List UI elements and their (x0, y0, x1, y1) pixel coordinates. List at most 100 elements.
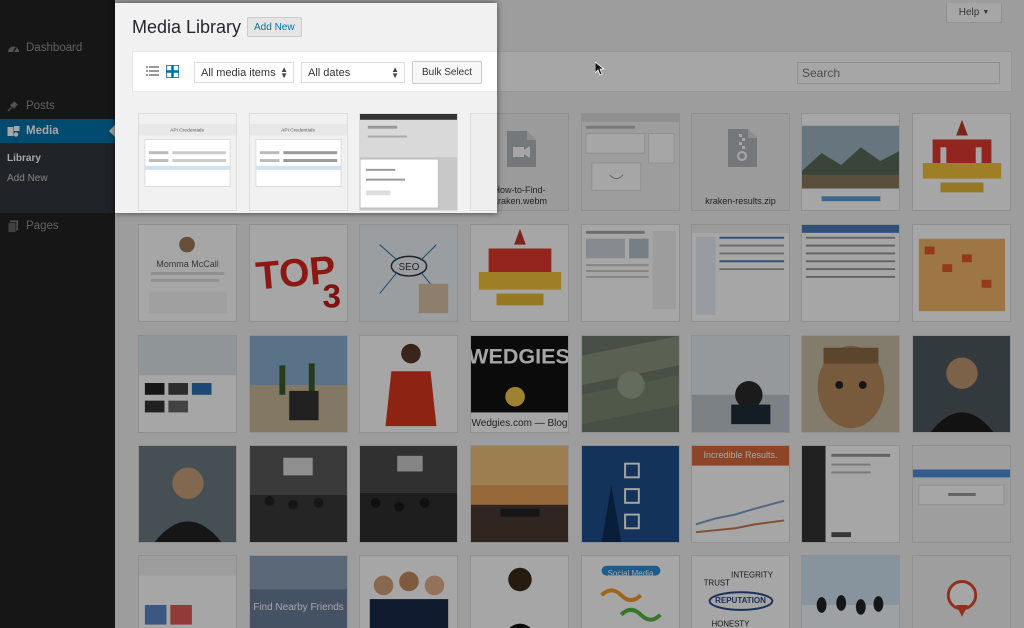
spotlight-panel: Media Library Add New All media items ▲ ▼… (115, 3, 497, 213)
media-item[interactable] (801, 224, 900, 322)
media-item[interactable] (359, 113, 458, 211)
wordcamp-logo (913, 114, 1010, 210)
media-item[interactable] (470, 445, 569, 543)
penguins-photo (802, 556, 899, 628)
media-item[interactable]: Social Media (581, 555, 680, 628)
media-item-label: kraken-results.zip (705, 196, 776, 206)
media-item[interactable] (359, 335, 458, 433)
profile-card-image (139, 225, 236, 321)
media-item[interactable] (470, 224, 569, 322)
svg-text:3: 3 (323, 278, 342, 315)
menu-item-media[interactable]: Media (0, 119, 115, 143)
map-screenshot (139, 336, 236, 432)
chart-grid-thumbnail (913, 225, 1010, 321)
media-item-label: Wedgies.com — Blog (471, 418, 568, 429)
media-item[interactable]: Momma McCall (138, 224, 237, 322)
media-item[interactable] (801, 113, 900, 211)
submenu-item-add-new[interactable]: Add New (7, 173, 48, 184)
media-icon (6, 124, 20, 138)
menu-item-dashboard[interactable]: Dashboard (0, 36, 115, 60)
screenshot-thumbnail (582, 225, 679, 321)
media-item[interactable]: API Credentials (249, 113, 348, 211)
media-item[interactable] (249, 445, 348, 543)
media-item[interactable]: Incredible Results. (691, 445, 790, 543)
spreadsheet-thumbnail (692, 225, 789, 321)
help-button[interactable]: Help ▼ (946, 3, 1002, 23)
bulk-select-button[interactable]: Bulk Select (412, 61, 483, 84)
media-item[interactable]: TRUST INTEGRITY HONESTY REPUTATION (691, 555, 790, 628)
svg-text:INTEGRITY: INTEGRITY (731, 571, 774, 580)
media-item[interactable] (912, 335, 1011, 433)
media-item[interactable]: API Credentials (138, 113, 237, 211)
media-item[interactable] (581, 113, 680, 211)
map-pin-graphic (913, 556, 1010, 628)
media-item[interactable] (359, 445, 458, 543)
menu-item-label: Media (26, 125, 59, 137)
media-item-label: Find Nearby Friends (253, 602, 344, 613)
media-item-label: Momma McCall (156, 259, 219, 269)
group-photo (360, 556, 457, 628)
media-item[interactable] (912, 445, 1011, 543)
media-item[interactable]: Find Nearby Friends (249, 555, 348, 628)
media-item[interactable] (691, 224, 790, 322)
media-item[interactable] (912, 113, 1011, 211)
landscape-photo (802, 114, 899, 210)
selfie-photo (139, 446, 236, 542)
media-type-filter-value: All media items (201, 66, 276, 79)
face-photo (802, 336, 899, 432)
date-filter[interactable]: All dates ▲▼ (301, 62, 405, 83)
sunset-photo (471, 446, 568, 542)
media-item[interactable]: WEDGIES Wedgies.com — Blog (470, 335, 569, 433)
media-toolbar: All media items ▲▼ All dates ▲▼ Bulk Sel… (132, 51, 497, 92)
help-label: Help (958, 7, 980, 18)
reputation-wordcloud: TRUSTINTEGRITY HONESTY (692, 556, 789, 628)
media-item[interactable]: kraken-results.zip (691, 113, 790, 211)
list-view-icon[interactable] (146, 65, 159, 78)
media-type-filter[interactable]: All media items ▲▼ (194, 62, 294, 83)
mouse-cursor-icon (595, 62, 605, 76)
menu-item-posts[interactable]: Posts (0, 94, 115, 118)
svg-text:HONESTY: HONESTY (712, 620, 751, 628)
shouting-woman-photo (471, 556, 568, 628)
video-file-icon (507, 131, 536, 167)
media-item[interactable] (470, 555, 569, 628)
media-item[interactable] (249, 335, 348, 433)
menu-item-label: Posts (26, 100, 55, 112)
media-item[interactable] (359, 555, 458, 628)
media-item[interactable] (470, 113, 497, 211)
media-item[interactable]: TOP 3 (249, 224, 348, 322)
media-item[interactable] (138, 555, 237, 628)
media-item[interactable] (138, 335, 237, 433)
media-item[interactable] (581, 224, 680, 322)
social-media-graphic (582, 556, 679, 628)
media-item[interactable] (691, 335, 790, 433)
grid-view-icon[interactable] (165, 64, 180, 79)
money-photo (582, 336, 679, 432)
screenshot-thumbnail: API Credentials (250, 114, 347, 210)
media-item[interactable] (581, 335, 680, 433)
top-3-graphic: TOP3 (250, 225, 347, 321)
page-title: Media Library (132, 17, 242, 37)
svg-text:TRUST: TRUST (704, 578, 730, 587)
media-item[interactable] (801, 445, 900, 543)
media-item[interactable] (912, 555, 1011, 628)
menu-item-label: Pages (26, 220, 59, 232)
submenu-item-library[interactable]: Library (7, 153, 41, 164)
screenshot-thumbnail (582, 114, 679, 210)
screenshot-thumbnail: API Credentials (139, 114, 236, 210)
menu-item-pages[interactable]: Pages (0, 214, 115, 238)
media-item[interactable] (801, 555, 900, 628)
add-new-button[interactable]: Add New (247, 17, 302, 37)
media-item[interactable] (138, 445, 237, 543)
media-item[interactable] (912, 224, 1011, 322)
wordcamp-logo (471, 225, 568, 321)
media-item[interactable] (801, 335, 900, 433)
media-item[interactable] (581, 445, 680, 543)
media-item[interactable]: SEO (359, 224, 458, 322)
media-submenu: Library Add New (0, 143, 115, 213)
media-item-label: REPUTATION (715, 596, 766, 605)
person-photo (360, 336, 457, 432)
media-item-label: Social Media (607, 569, 654, 578)
search-input[interactable] (797, 62, 1000, 84)
man-photo (913, 336, 1010, 432)
